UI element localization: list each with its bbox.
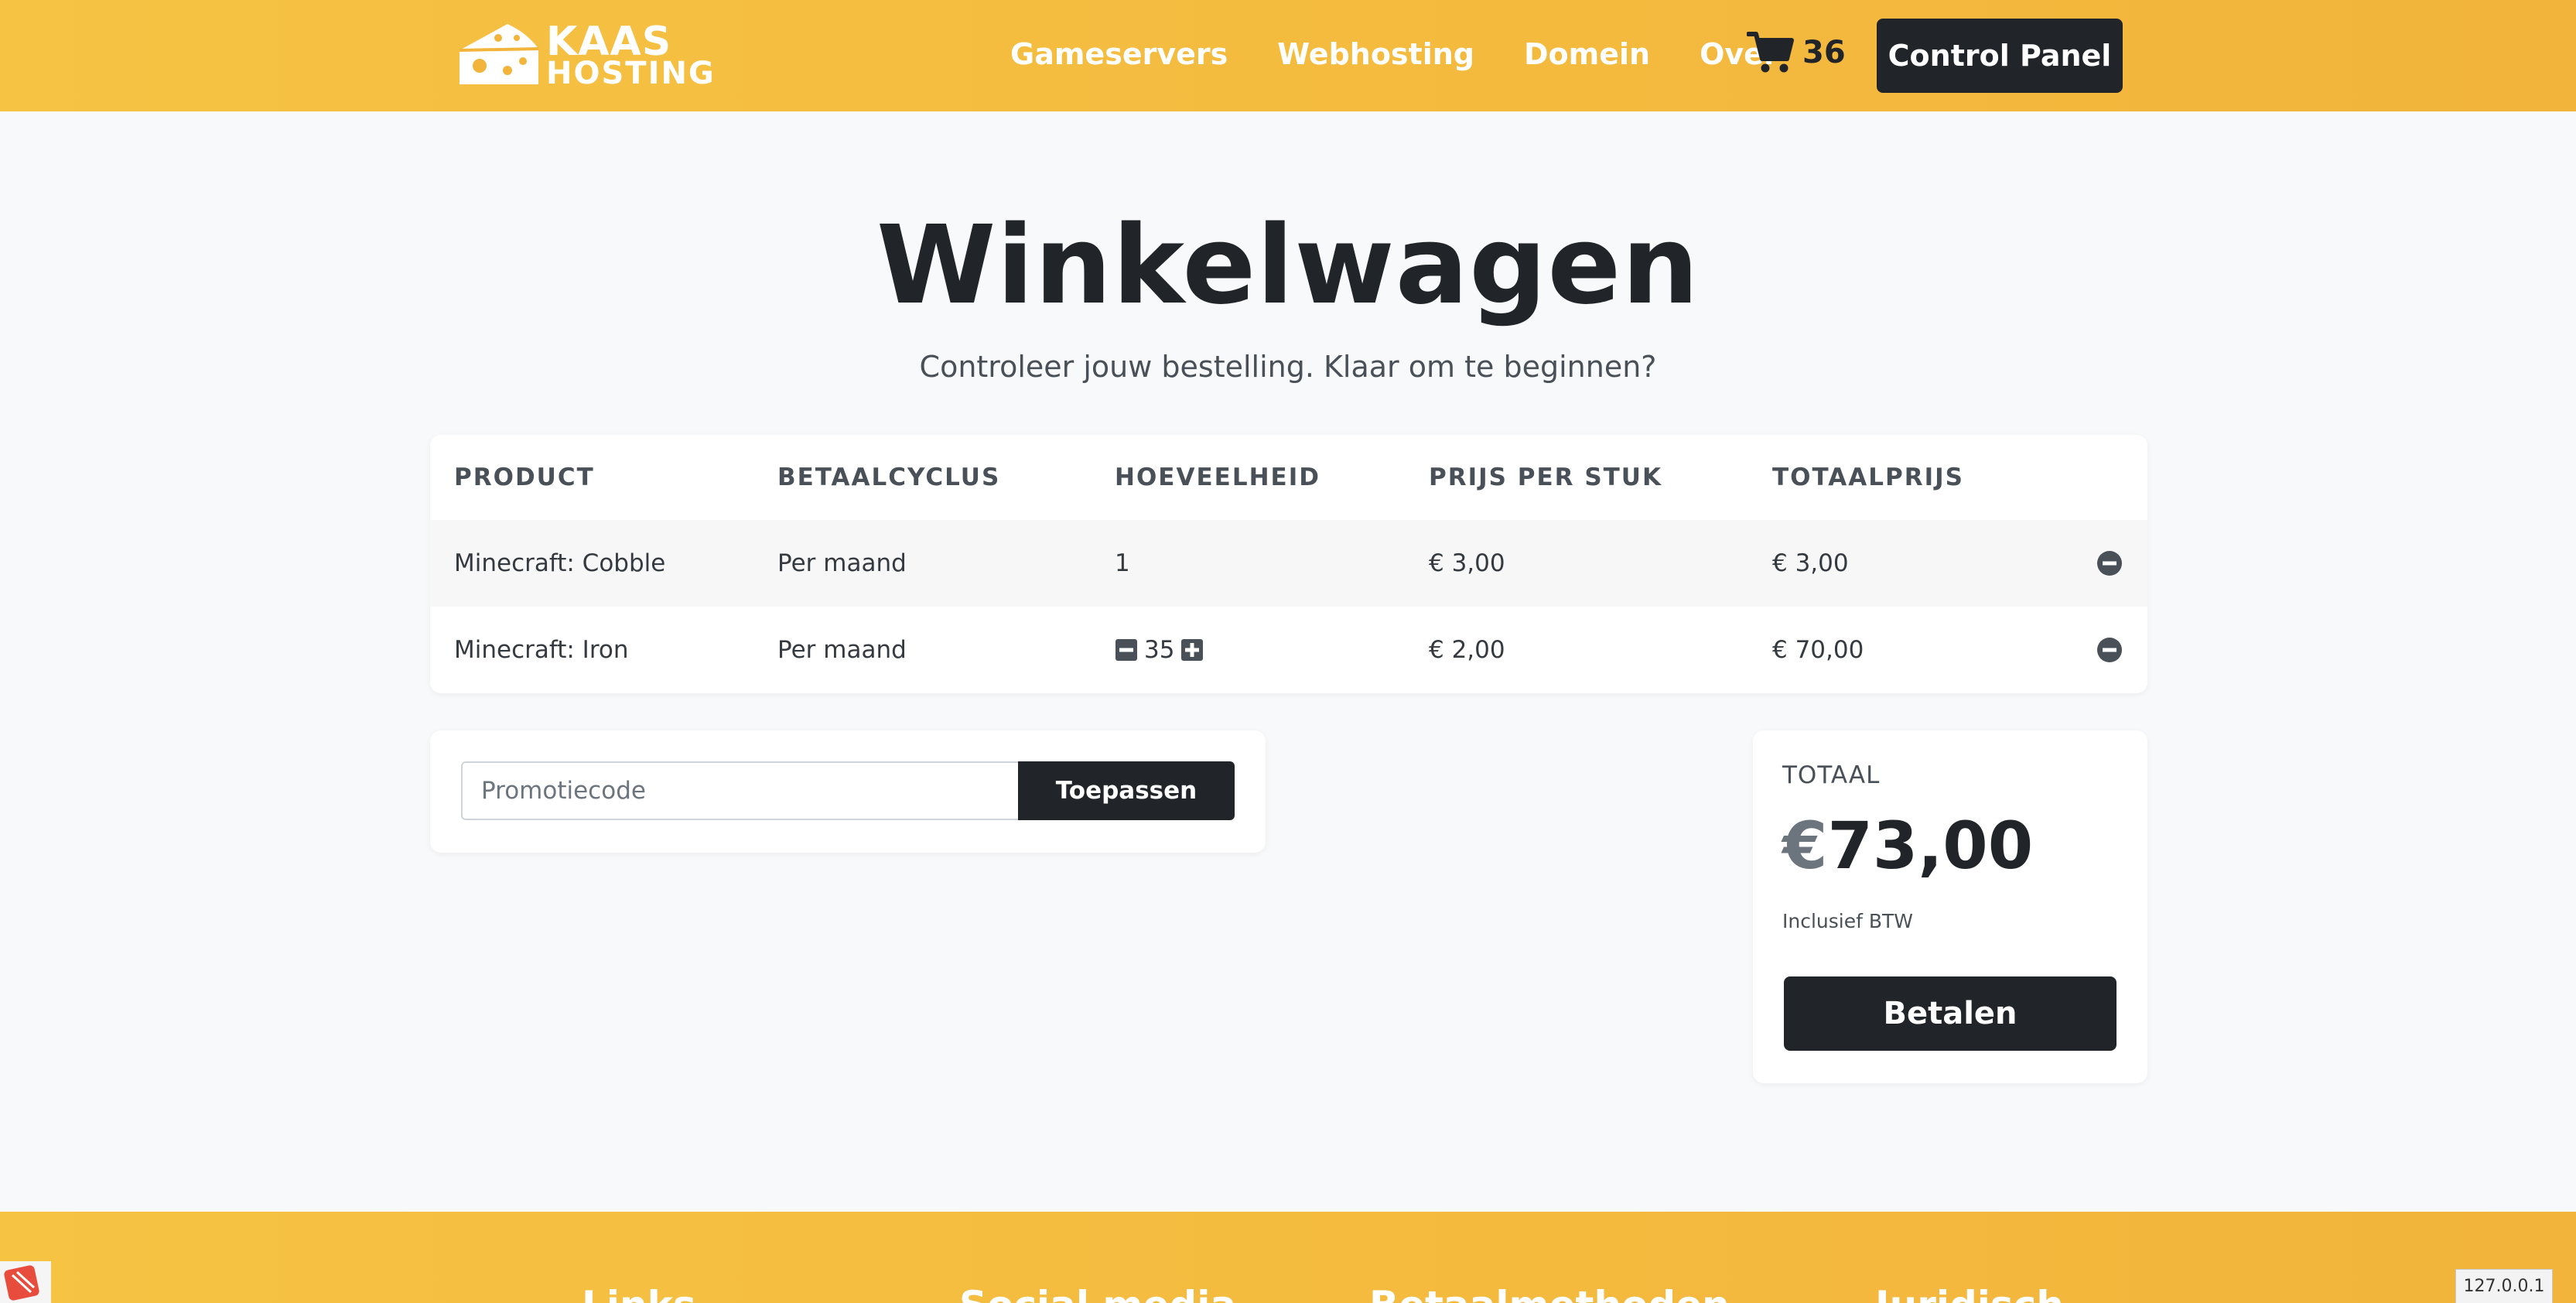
decrease-quantity-icon[interactable] xyxy=(1115,638,1138,662)
page-title: Winkelwagen xyxy=(876,203,1700,329)
promo-card: Toepassen xyxy=(430,730,1266,853)
total-value: 73,00 xyxy=(1827,808,2034,884)
brand-line1: KAAS xyxy=(546,18,672,65)
row-product: Minecraft: Iron xyxy=(454,636,629,664)
header-cycle: BETAALCYCLUS xyxy=(777,463,1001,491)
cart-table: PRODUCT BETAALCYCLUS HOEVEELHEID PRIJS P… xyxy=(430,435,2147,693)
row-unit-price: € 3,00 xyxy=(1429,549,1505,577)
footer-heading-legal: Juridisch xyxy=(1875,1283,2064,1303)
cart-link[interactable]: 36 xyxy=(1747,29,1846,76)
debug-toolbar-icon[interactable] xyxy=(0,1261,51,1303)
footer: Links Social media Betaalmethoden Juridi… xyxy=(0,1212,2576,1303)
row-cycle: Per maand xyxy=(777,549,907,577)
shopping-cart-icon xyxy=(1747,32,1794,73)
minus-circle-icon xyxy=(2097,551,2122,576)
footer-heading-payment: Betaalmethoden xyxy=(1369,1283,1730,1303)
row-total: € 3,00 xyxy=(1772,549,1849,577)
increase-quantity-icon[interactable] xyxy=(1180,638,1204,662)
quantity-stepper: 35 xyxy=(1115,607,1204,693)
row-unit-price: € 2,00 xyxy=(1429,636,1505,664)
row-quantity: 1 xyxy=(1115,549,1130,577)
nav-link-webhosting[interactable]: Webhosting xyxy=(1277,31,1474,77)
navbar: KAAS HOSTING Gameservers Webhosting Dome… xyxy=(0,0,2576,111)
row-quantity: 35 xyxy=(1144,636,1175,664)
row-cycle: Per maand xyxy=(777,636,907,664)
page-subtitle: Controleer jouw bestelling. Klaar om te … xyxy=(919,350,1657,384)
header-unit-price: PRIJS PER STUK xyxy=(1429,463,1663,491)
host-badge: 127.0.0.1 xyxy=(2455,1269,2553,1303)
pay-button[interactable]: Betalen xyxy=(1784,976,2116,1051)
nav-links: Gameservers Webhosting Domein Over xyxy=(1010,31,1778,77)
total-card: TOTAAL €73,00 Inclusief BTW Betalen xyxy=(1753,730,2147,1083)
cart-count: 36 xyxy=(1802,35,1846,70)
header-product: PRODUCT xyxy=(454,463,595,491)
remove-item-button[interactable] xyxy=(2096,607,2123,693)
footer-heading-social: Social media xyxy=(959,1283,1236,1303)
total-amount: €73,00 xyxy=(1782,808,2033,884)
brand-logo[interactable]: KAAS HOSTING xyxy=(453,19,716,93)
control-panel-button[interactable]: Control Panel xyxy=(1877,19,2123,93)
row-total: € 70,00 xyxy=(1772,636,1864,664)
minus-circle-icon xyxy=(2097,638,2122,662)
brand-line2: HOSTING xyxy=(546,56,716,92)
table-row: Minecraft: Cobble Per maand 1 € 3,00 € 3… xyxy=(430,520,2147,607)
table-header: PRODUCT BETAALCYCLUS HOEVEELHEID PRIJS P… xyxy=(430,435,2147,520)
total-currency: € xyxy=(1782,808,1828,884)
table-row: Minecraft: Iron Per maand 35 € 2,00 € 70… xyxy=(430,607,2147,693)
promo-code-input[interactable] xyxy=(461,761,1018,820)
footer-heading-links: Links xyxy=(582,1283,696,1303)
header-total: TOTAALPRIJS xyxy=(1772,463,1964,491)
brand-wordmark: KAAS HOSTING xyxy=(546,18,716,92)
nav-link-domein[interactable]: Domein xyxy=(1524,31,1650,77)
cheese-icon xyxy=(459,24,539,84)
remove-item-button[interactable] xyxy=(2096,520,2123,607)
header-quantity: HOEVEELHEID xyxy=(1115,463,1320,491)
apply-promo-button[interactable]: Toepassen xyxy=(1018,761,1235,820)
row-product: Minecraft: Cobble xyxy=(454,549,666,577)
vat-note: Inclusief BTW xyxy=(1782,910,1913,932)
total-label: TOTAAL xyxy=(1782,761,1881,789)
nav-link-gameservers[interactable]: Gameservers xyxy=(1010,31,1228,77)
